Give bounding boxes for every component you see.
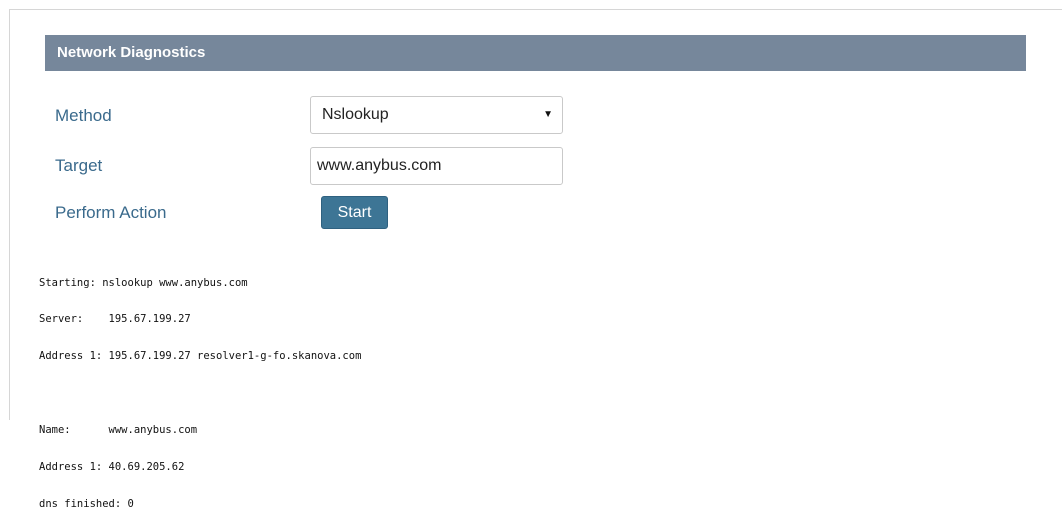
panel-header: Network Diagnostics xyxy=(45,35,1026,71)
output-line: Server: 195.67.199.27 xyxy=(39,313,191,326)
method-label: Method xyxy=(55,106,112,125)
start-button[interactable]: Start xyxy=(321,196,388,229)
caret-down-icon: ▼ xyxy=(543,109,553,120)
output-line: ​ xyxy=(39,387,361,399)
output-line: dns finished: 0 xyxy=(39,497,134,510)
output-line: Starting: nslookup www.anybus.com xyxy=(39,276,248,289)
diagnostics-output: Starting: nslookup www.anybus.com Server… xyxy=(39,252,361,523)
method-selected-value: Nslookup xyxy=(322,106,389,123)
output-line: Address 1: 40.69.205.62 xyxy=(39,461,185,474)
perform-action-label: Perform Action xyxy=(55,203,167,222)
target-label: Target xyxy=(55,156,103,175)
panel-title: Network Diagnostics xyxy=(57,44,206,61)
target-input[interactable] xyxy=(310,147,563,185)
method-select[interactable]: Nslookup ▼ xyxy=(310,96,563,134)
output-line: Address 1: 195.67.199.27 resolver1-g-fo.… xyxy=(39,350,362,363)
output-line: Name: www.anybus.com xyxy=(39,424,198,437)
